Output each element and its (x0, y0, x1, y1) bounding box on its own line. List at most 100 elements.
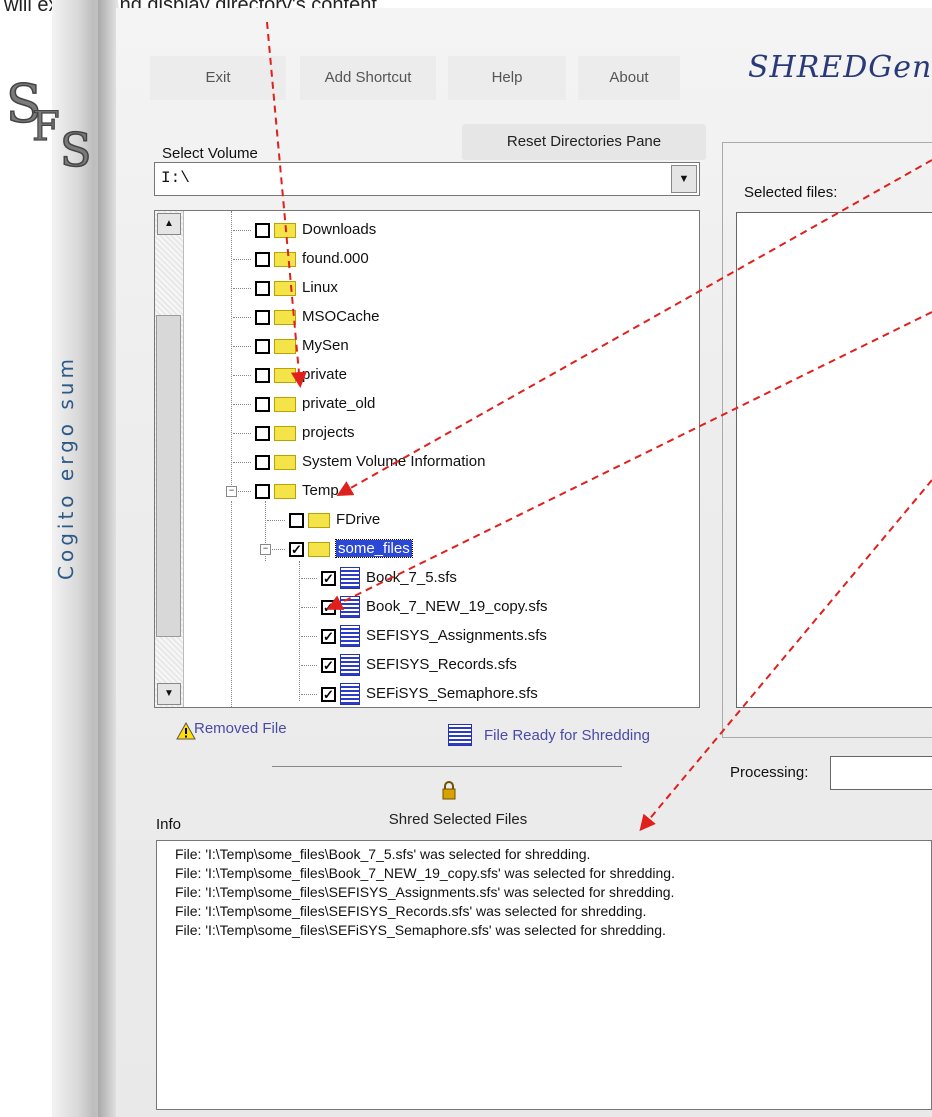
shred-selected-files-button[interactable]: Shred Selected Files (370, 806, 546, 834)
info-log[interactable]: File: 'I:\Temp\some_files\Book_7_5.sfs' … (156, 840, 932, 1110)
tree-item-label: projects (302, 424, 355, 441)
tree-file-sefisys-assignments[interactable]: SEFISYS_Assignments.sfs (301, 622, 547, 651)
folder-icon (274, 454, 296, 470)
tree-item-label: Book_7_NEW_19_copy.sfs (366, 598, 548, 615)
tree-item-mysen[interactable]: MySen (233, 332, 349, 360)
tree-file-book-7-5[interactable]: Book_7_5.sfs (301, 564, 457, 593)
checkbox[interactable] (321, 652, 336, 680)
info-line: File: 'I:\Temp\some_files\SEFiSYS_Semaph… (175, 922, 666, 938)
file-icon (340, 567, 360, 590)
info-line: File: 'I:\Temp\some_files\Book_7_5.sfs' … (175, 846, 591, 862)
reset-directories-button[interactable]: Reset Directories Pane (462, 124, 706, 160)
checkbox[interactable] (321, 565, 336, 593)
checkbox[interactable] (255, 309, 270, 325)
tree-file-sefisys-records[interactable]: SEFISYS_Records.sfs (301, 651, 517, 680)
info-line: File: 'I:\Temp\some_files\Book_7_NEW_19_… (175, 865, 675, 881)
collapse-icon[interactable]: − (226, 486, 237, 497)
tree-item-some-files[interactable]: some_files (267, 535, 413, 564)
checkbox[interactable] (321, 681, 336, 707)
about-button[interactable]: About (578, 56, 680, 100)
checkbox[interactable] (255, 454, 270, 470)
collapse-icon[interactable]: − (260, 544, 271, 555)
tree-scrollbar[interactable]: ▲ ▼ (155, 211, 184, 707)
tree-item-label: SEFiSYS_Semaphore.sfs (366, 685, 538, 702)
dropdown-arrow-icon[interactable]: ▼ (671, 165, 697, 193)
processing-field (830, 756, 932, 790)
directory-tree[interactable]: ▲ ▼ Downloads found.000 Linux MSOCache M… (154, 210, 700, 708)
file-ready-legend: File Ready for Shredding (484, 727, 650, 744)
checkbox[interactable] (255, 396, 270, 412)
tree-item-private-old[interactable]: private_old (233, 390, 375, 418)
folder-icon (274, 425, 296, 441)
tree-item-downloads[interactable]: Downloads (233, 216, 376, 244)
checkbox[interactable] (255, 425, 270, 441)
warning-icon (176, 722, 196, 740)
checkbox[interactable] (289, 512, 304, 528)
processing-label: Processing: (730, 764, 809, 781)
folder-icon (274, 338, 296, 354)
info-label: Info (156, 816, 182, 833)
tree-item-system-volume-information[interactable]: System Volume Information (233, 448, 485, 476)
checkbox[interactable] (255, 280, 270, 296)
help-button[interactable]: Help (448, 56, 566, 100)
tree-item-label: SEFISYS_Assignments.sfs (366, 627, 547, 644)
folder-icon (274, 396, 296, 412)
checkbox[interactable] (255, 338, 270, 354)
info-line: File: 'I:\Temp\some_files\SEFISYS_Record… (175, 903, 647, 919)
tree-file-book-7-new-19-copy[interactable]: Book_7_NEW_19_copy.sfs (301, 593, 548, 622)
svg-text:S: S (60, 123, 92, 177)
tree-item-label: Temp (302, 482, 339, 499)
folder-icon (308, 512, 330, 528)
tree-item-msocache[interactable]: MSOCache (233, 303, 380, 331)
tree-item-private[interactable]: private (233, 361, 347, 389)
checkbox[interactable] (255, 222, 270, 238)
tree-item-label: System Volume Information (302, 453, 486, 470)
tree-item-found000[interactable]: found.000 (233, 245, 369, 273)
volume-value: I:\ (161, 169, 190, 187)
file-icon (340, 654, 360, 677)
add-shortcut-button[interactable]: Add Shortcut (300, 56, 436, 100)
lock-icon (442, 781, 456, 800)
tree-item-label: Downloads (302, 221, 377, 238)
tree-item-label: Book_7_5.sfs (366, 569, 457, 586)
checkbox[interactable] (255, 367, 270, 383)
select-volume-label: Select Volume (162, 145, 258, 162)
scroll-thumb[interactable] (156, 315, 181, 637)
tree-item-label: FDrive (336, 511, 381, 528)
sfs-logo: S F S (2, 70, 102, 180)
scroll-down-icon[interactable]: ▼ (157, 683, 181, 705)
folder-icon (274, 483, 296, 499)
file-icon (340, 625, 360, 648)
file-ready-icon (448, 724, 472, 746)
info-line: File: 'I:\Temp\some_files\SEFISYS_Assign… (175, 884, 675, 900)
tree-item-label: some_files (335, 539, 413, 558)
tree-file-sefisys-semaphore[interactable]: SEFiSYS_Semaphore.sfs (301, 680, 538, 707)
app-title: SHREDGen (748, 50, 932, 85)
volume-select[interactable]: I:\ ▼ (154, 162, 700, 196)
tree-item-fdrive[interactable]: FDrive (267, 506, 380, 534)
tree-item-label: MSOCache (302, 308, 380, 325)
exit-button[interactable]: Exit (150, 56, 286, 100)
file-icon (340, 683, 360, 706)
checkbox[interactable] (255, 483, 270, 499)
tree-item-temp[interactable]: Temp (233, 477, 339, 505)
tree-item-label: MySen (302, 337, 349, 354)
checkbox[interactable] (289, 536, 304, 564)
tree-item-projects[interactable]: projects (233, 419, 355, 447)
folder-icon (274, 309, 296, 325)
divider (272, 766, 622, 767)
tree-item-label: SEFISYS_Records.sfs (366, 656, 517, 673)
tree-item-label: private (302, 366, 348, 383)
scroll-up-icon[interactable]: ▲ (157, 213, 181, 235)
tree-item-linux[interactable]: Linux (233, 274, 338, 302)
tree-item-label: Linux (302, 279, 338, 296)
tree-item-label: private_old (302, 395, 376, 412)
removed-file-legend: Removed File (194, 720, 287, 737)
folder-icon (274, 280, 296, 296)
checkbox[interactable] (255, 251, 270, 267)
selected-files-label: Selected files: (744, 184, 838, 201)
file-icon (340, 596, 360, 619)
selected-files-list[interactable] (736, 212, 932, 708)
checkbox[interactable] (321, 623, 336, 651)
checkbox[interactable] (321, 594, 336, 622)
